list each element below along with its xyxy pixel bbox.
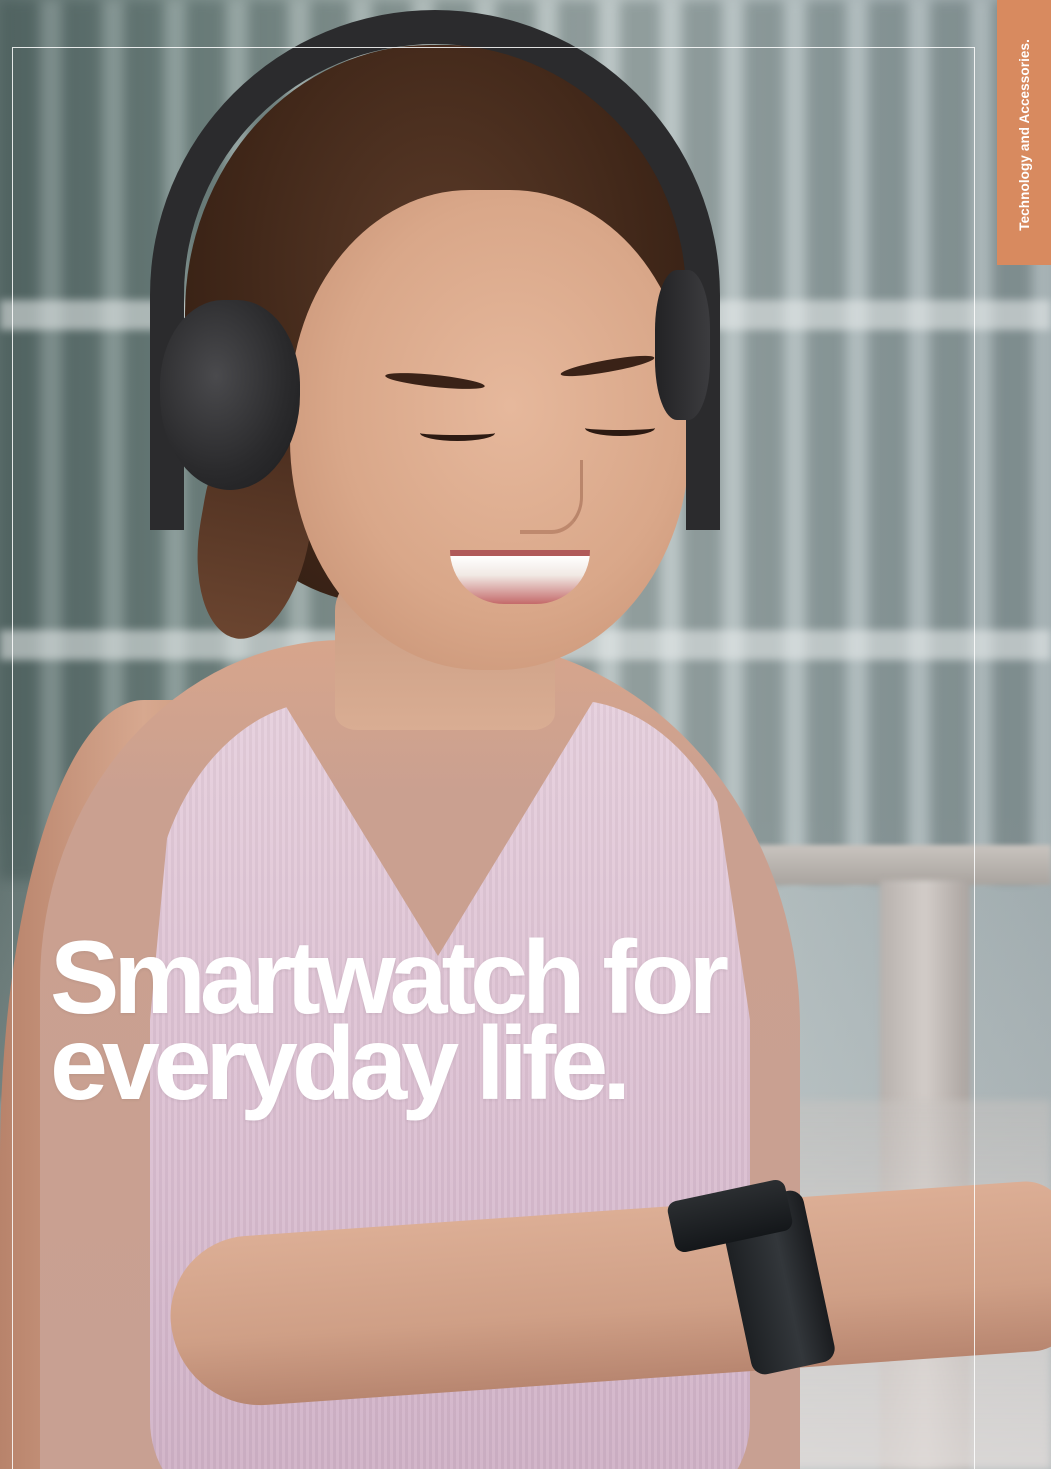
page: Technology and Accessories. Smartwatch f… [0, 0, 1051, 1469]
section-tab: Technology and Accessories. [997, 0, 1051, 265]
headline: Smartwatch for everyday life. [50, 926, 950, 1122]
section-tab-label: Technology and Accessories. [1016, 39, 1032, 231]
headline-line-2: everyday life. [50, 1006, 631, 1122]
frame-border [12, 47, 975, 1469]
